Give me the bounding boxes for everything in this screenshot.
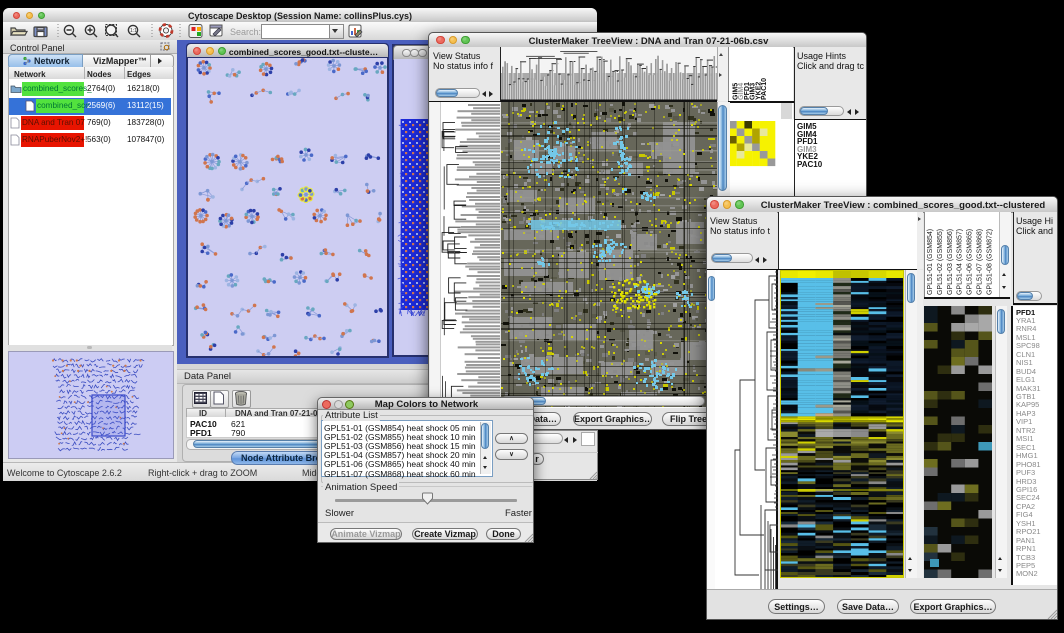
svg-text:GPL51-06 (GSM865): GPL51-06 (GSM865) xyxy=(966,229,973,295)
svg-text:GPL51-02 (GSM855): GPL51-02 (GSM855) xyxy=(936,229,943,295)
svg-text:GPL51-03 (GSM856): GPL51-03 (GSM856) xyxy=(946,229,953,295)
svg-text:GPL51-04 (GSM857): GPL51-04 (GSM857) xyxy=(956,229,963,295)
svg-text:PAC10: PAC10 xyxy=(761,78,768,100)
svg-text:1:1: 1:1 xyxy=(130,28,137,34)
svg-text:GPL51-07 (GSM868): GPL51-07 (GSM868) xyxy=(976,229,983,295)
svg-text:GPL51-01 (GSM854): GPL51-01 (GSM854) xyxy=(927,229,934,295)
svg-text:GPL51-08 (GSM872): GPL51-08 (GSM872) xyxy=(986,229,993,295)
